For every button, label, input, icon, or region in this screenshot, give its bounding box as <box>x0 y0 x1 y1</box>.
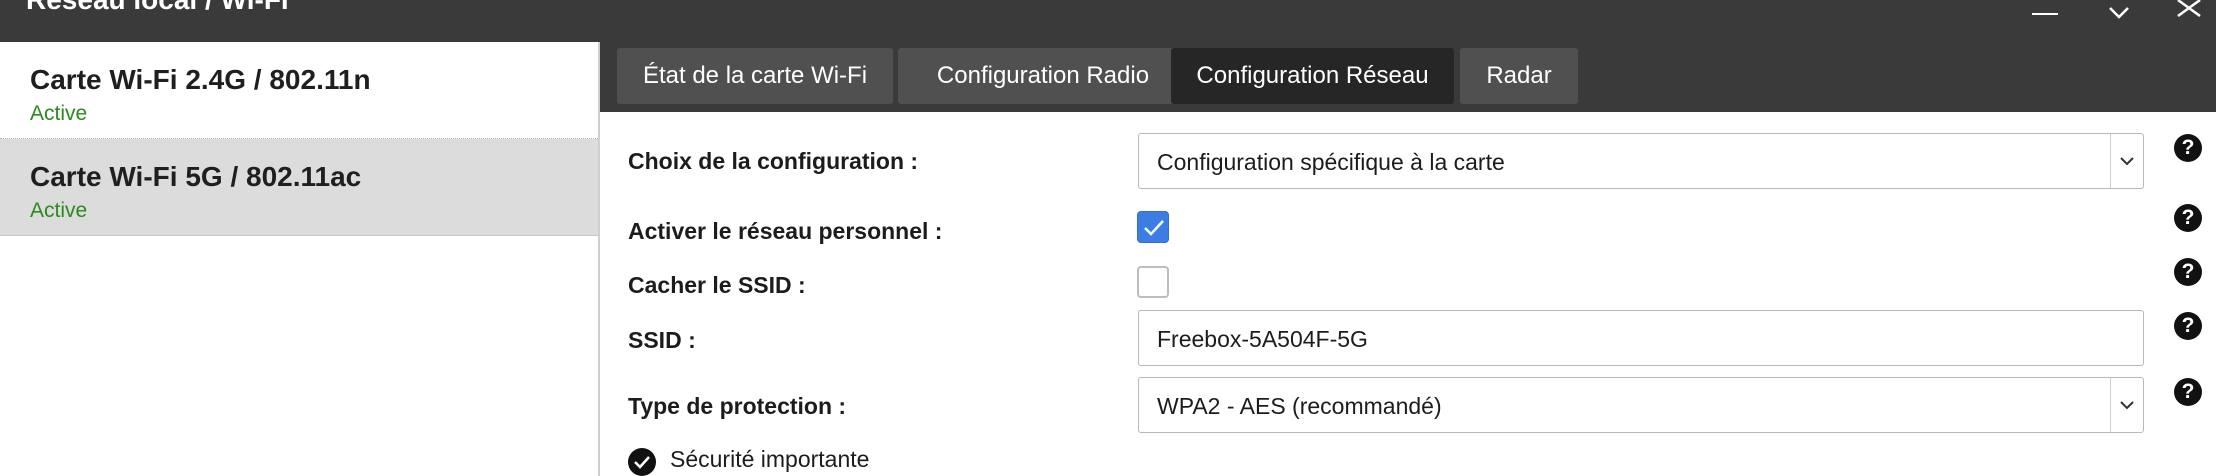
wifi-card-name: Carte Wi-Fi 2.4G / 802.11n <box>30 64 371 95</box>
ssid-input[interactable]: Freebox-5A504F-5G <box>1138 310 2144 366</box>
wifi-card-status: Active <box>30 102 88 125</box>
window-title: Réseau local / Wi-Fi <box>26 0 289 16</box>
tab-etat-carte[interactable]: État de la carte Wi-Fi <box>617 48 893 104</box>
security-note-text: Sécurité importante <box>670 446 870 472</box>
chevron-down-icon[interactable] <box>2110 134 2143 188</box>
help-icon[interactable]: ? <box>2174 134 2202 162</box>
wifi-card-name: Carte Wi-Fi 5G / 802.11ac <box>30 161 362 192</box>
wifi-card-list: Carte Wi-Fi 2.4G / 802.11n Active Carte … <box>0 42 600 476</box>
ssid-value: Freebox-5A504F-5G <box>1157 326 1368 352</box>
wifi-card-status: Active <box>30 199 88 222</box>
config-choice-label: Choix de la configuration : <box>628 148 919 174</box>
help-icon[interactable]: ? <box>2174 312 2202 340</box>
hide-ssid-checkbox[interactable] <box>1137 266 1169 298</box>
close-icon[interactable] <box>2166 0 2216 42</box>
config-choice-select[interactable]: Configuration spécifique à la carte <box>1138 133 2144 189</box>
wifi-card-2-4g[interactable]: Carte Wi-Fi 2.4G / 802.11n Active <box>0 42 598 139</box>
window-titlebar: Réseau local / Wi-Fi <box>0 0 2216 42</box>
personal-network-checkbox[interactable] <box>1137 211 1169 243</box>
protection-type-label: Type de protection : <box>628 393 847 419</box>
minimize-icon[interactable] <box>2020 0 2070 42</box>
help-icon[interactable]: ? <box>2174 204 2202 232</box>
wifi-card-5g[interactable]: Carte Wi-Fi 5G / 802.11ac Active <box>0 139 598 236</box>
help-icon[interactable]: ? <box>2174 378 2202 406</box>
chevron-down-icon[interactable] <box>2110 378 2143 432</box>
config-choice-value: Configuration spécifique à la carte <box>1157 149 1505 175</box>
hide-ssid-label: Cacher le SSID : <box>628 272 806 298</box>
tab-configuration-radio[interactable]: Configuration Radio <box>898 48 1188 104</box>
tab-configuration-reseau[interactable]: Configuration Réseau <box>1171 48 1454 104</box>
ssid-label: SSID : <box>628 327 696 353</box>
help-icon[interactable]: ? <box>2174 258 2202 286</box>
check-circle-icon <box>628 448 656 476</box>
tab-radar[interactable]: Radar <box>1460 48 1578 104</box>
chevron-down-icon[interactable] <box>2094 0 2144 42</box>
personal-network-label: Activer le réseau personnel : <box>628 218 943 244</box>
protection-type-select[interactable]: WPA2 - AES (recommandé) <box>1138 377 2144 433</box>
protection-type-value: WPA2 - AES (recommandé) <box>1157 393 1442 419</box>
